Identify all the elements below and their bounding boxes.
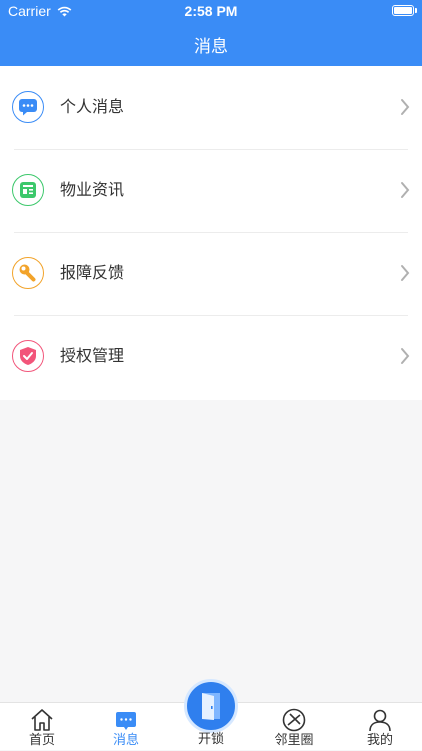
page-title: 消息 [194,36,228,57]
status-bar: Carrier 2:58 PM [0,0,422,22]
menu-item-property-news[interactable]: 物业资讯 [0,149,422,232]
battery-icon [392,5,417,16]
tab-label: 首页 [28,733,55,748]
chevron-right-icon [401,265,410,281]
wrench-icon [12,257,44,289]
menu-item-label: 报障反馈 [60,263,125,282]
tab-neighborhood[interactable]: 邻里圈 [252,703,336,751]
tab-label: 我的 [366,733,393,748]
message-menu: 个人消息 物业资讯 报障反馈 授权管理 [0,66,422,400]
menu-item-label: 个人消息 [60,97,125,116]
chevron-right-icon [401,182,410,198]
tab-label: 消息 [112,733,139,748]
menu-item-label: 授权管理 [60,346,125,365]
home-icon [31,709,53,731]
unlock-button[interactable] [184,679,238,733]
chevron-right-icon [401,99,410,115]
message-icon [116,712,136,730]
chat-bubble-icon [12,91,44,123]
tab-label: 邻里圈 [274,733,314,748]
user-icon [369,709,391,732]
chevron-right-icon [401,348,410,364]
tab-home[interactable]: 首页 [0,703,84,751]
tab-messages[interactable]: 消息 [84,703,168,751]
news-icon [12,174,44,206]
shield-check-icon [12,340,44,372]
menu-item-repair-feedback[interactable]: 报障反馈 [0,232,422,315]
nav-bar: 消息 [0,22,422,66]
tab-profile[interactable]: 我的 [338,703,422,751]
menu-item-personal-messages[interactable]: 个人消息 [0,66,422,149]
door-icon [202,693,220,720]
menu-item-label: 物业资讯 [60,180,125,199]
status-time: 2:58 PM [184,3,238,19]
unlock-label: 开锁 [197,732,224,747]
compass-icon [282,708,306,732]
menu-item-authorization-management[interactable]: 授权管理 [0,315,422,398]
